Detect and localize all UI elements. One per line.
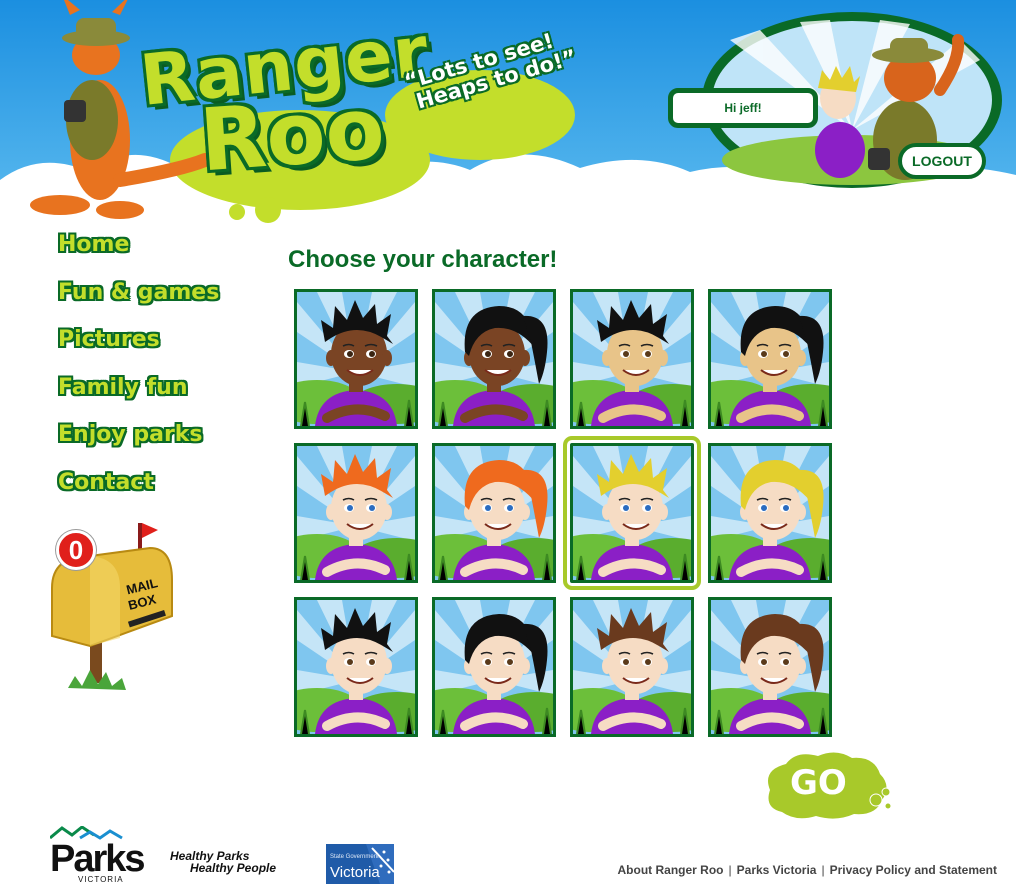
character-tile[interactable]: [563, 436, 701, 590]
greeting-text: Hi jeff!: [724, 101, 762, 115]
footer-link-parks-victoria[interactable]: Parks Victoria: [737, 863, 817, 877]
mail-count-badge: 0: [56, 530, 96, 570]
character-avatar: [297, 292, 415, 426]
character-tile[interactable]: [708, 289, 832, 429]
nav-item-family-fun[interactable]: Family fun: [58, 371, 258, 419]
go-button[interactable]: GO: [756, 750, 896, 822]
logo-roo-text: Roo: [196, 78, 388, 192]
footer-link-privacy[interactable]: Privacy Policy and Statement: [830, 863, 997, 877]
go-label: GO: [790, 763, 847, 803]
character-avatar: [573, 446, 691, 580]
character-tile[interactable]: [708, 597, 832, 737]
nav-item-pictures[interactable]: Pictures: [58, 323, 258, 371]
header: Ranger Roo “Lots to see! Heaps to do!” H…: [0, 0, 1016, 230]
character-tile[interactable]: [570, 289, 694, 429]
nav-item-fun-and-games[interactable]: Fun & games: [58, 276, 258, 324]
vic-word: Victoria: [330, 864, 380, 881]
character-avatar: [711, 292, 829, 426]
character-avatar: [573, 292, 691, 426]
footer-separator: |: [821, 863, 825, 877]
character-avatar: [711, 600, 829, 734]
character-avatar: [435, 292, 553, 426]
character-tile[interactable]: [432, 289, 556, 429]
parks-sub: VICTORIA: [78, 875, 124, 884]
parks-victoria-logo[interactable]: Parks VICTORIA: [50, 826, 150, 884]
character-avatar: [297, 446, 415, 580]
character-tile[interactable]: [570, 597, 694, 737]
character-avatar: [573, 600, 691, 734]
character-tile[interactable]: [432, 597, 556, 737]
healthy-parks-logo: Healthy Parks Healthy People: [170, 850, 276, 874]
page-title: Choose your character!: [288, 246, 558, 273]
go-cloud-icon: GO: [768, 752, 892, 819]
footer-separator: |: [728, 863, 732, 877]
footer-link-about[interactable]: About Ranger Roo: [618, 863, 724, 877]
healthy-line2: Healthy People: [190, 861, 277, 875]
vic-small-text: State Government: [330, 854, 379, 860]
main-nav: Home Fun & games Pictures Family fun Enj…: [58, 228, 258, 513]
footer-links: About Ranger Roo | Parks Victoria | Privacy …: [618, 863, 997, 877]
victoria-government-logo[interactable]: State Government Victoria: [326, 844, 394, 884]
character-tile[interactable]: [708, 443, 832, 583]
character-avatar: [435, 446, 553, 580]
logout-button[interactable]: LOGOUT: [898, 143, 986, 179]
character-tile[interactable]: [294, 597, 418, 737]
nav-item-home[interactable]: Home: [58, 228, 258, 276]
nav-item-enjoy-parks[interactable]: Enjoy parks: [58, 418, 258, 466]
character-tile[interactable]: [294, 289, 418, 429]
greeting-box: Hi jeff!: [668, 88, 818, 128]
character-tile[interactable]: [294, 443, 418, 583]
nav-item-contact[interactable]: Contact: [58, 466, 258, 514]
character-avatar: [711, 446, 829, 580]
character-tile[interactable]: [432, 443, 556, 583]
character-avatar: [297, 600, 415, 734]
mailbox-button[interactable]: MAIL BOX 0: [50, 518, 180, 703]
character-avatar: [435, 600, 553, 734]
